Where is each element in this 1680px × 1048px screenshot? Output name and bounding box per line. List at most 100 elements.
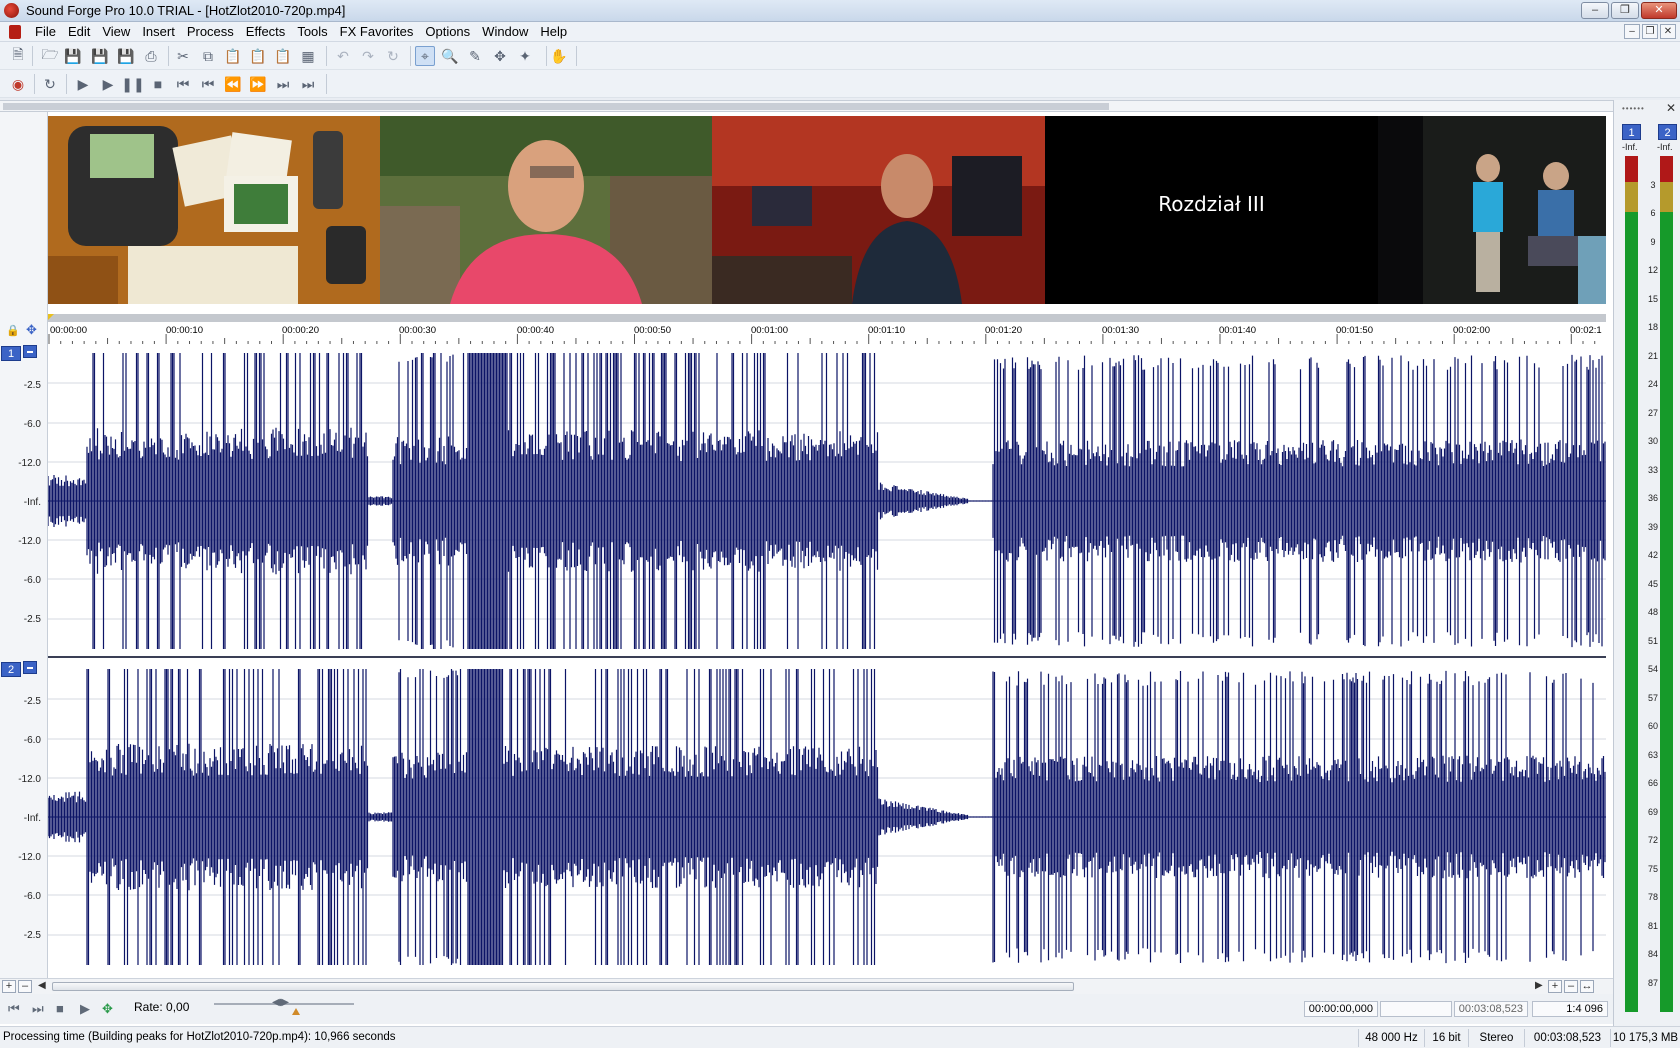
loop-playback-icon[interactable]: ↻: [40, 74, 60, 94]
doc-restore-button[interactable]: ❐: [1642, 24, 1658, 39]
save-icon[interactable]: 💾: [63, 46, 83, 66]
selection-length-field[interactable]: 00:03:08,523: [1454, 1001, 1528, 1017]
sound-forge-logo-icon[interactable]: [4, 3, 19, 18]
go-to-start-icon[interactable]: ⏮: [173, 74, 193, 94]
minimize-button[interactable]: –: [1581, 2, 1609, 19]
crop-icon[interactable]: ▦: [298, 46, 318, 66]
channel-1-waveform[interactable]: [47, 344, 1606, 658]
paste-icon[interactable]: 📋: [223, 46, 243, 66]
envelope-tool-icon[interactable]: ✦: [515, 46, 535, 66]
paste-special-icon[interactable]: 📋: [248, 46, 268, 66]
go-to-start-icon[interactable]: ⏮: [8, 1001, 20, 1017]
meter-panel-close-icon[interactable]: ✕: [1666, 101, 1676, 115]
repeat-icon[interactable]: ↻: [383, 46, 403, 66]
meter-scale-label: 24: [1647, 379, 1658, 389]
channels-field[interactable]: Stereo: [1468, 1029, 1524, 1047]
channel-2-badge[interactable]: 2: [1, 662, 21, 677]
channel-2-waveform[interactable]: [47, 660, 1606, 974]
rate-slider-thumb-icon[interactable]: ◀◆▶: [272, 997, 294, 1009]
menu-process[interactable]: Process: [181, 22, 240, 42]
menu-edit[interactable]: Edit: [62, 22, 96, 42]
overview-visible-region[interactable]: [3, 103, 1109, 110]
undo-icon[interactable]: ↶: [333, 46, 353, 66]
close-button[interactable]: ✕: [1641, 2, 1677, 19]
channel-1-badge[interactable]: 1: [1, 346, 21, 361]
overview-bar[interactable]: [0, 100, 1613, 112]
time-label: 00:00:30: [399, 325, 436, 336]
play-icon[interactable]: ▶: [80, 1001, 90, 1017]
sample-rate-field[interactable]: 48 000 Hz: [1358, 1029, 1424, 1047]
menu-fx-favorites[interactable]: FX Favorites: [334, 22, 420, 42]
channel-1-minimize-button[interactable]: [23, 345, 37, 358]
rewind-icon[interactable]: ⏪: [223, 74, 243, 94]
magnify-tool-icon[interactable]: 🔍: [440, 46, 460, 66]
interview-thumbnail-image: [380, 116, 712, 304]
selection-start-field[interactable]: 00:00:00,000: [1304, 1001, 1378, 1017]
zoom-fit-button[interactable]: ↔: [1580, 980, 1594, 993]
lock-icon[interactable]: 🔒: [6, 324, 20, 337]
meter-peak-1[interactable]: -Inf.: [1622, 142, 1638, 152]
new-file-icon[interactable]: 🗎: [8, 46, 28, 66]
redo-icon[interactable]: ↷: [358, 46, 378, 66]
time-label: 00:00:10: [166, 325, 203, 336]
save-as-icon[interactable]: 💾: [90, 46, 110, 66]
render-as-icon[interactable]: 💾: [116, 46, 136, 66]
db-label: -2.5: [23, 930, 41, 941]
event-tool-icon[interactable]: ✥: [490, 46, 510, 66]
zoom-in-time-button[interactable]: +: [1548, 980, 1562, 993]
meter-channel-1-badge[interactable]: 1: [1622, 124, 1641, 140]
edit-tool-icon[interactable]: ⌖: [415, 46, 435, 66]
restore-button[interactable]: ❐: [1611, 2, 1639, 19]
open-file-icon[interactable]: 🗁: [40, 46, 60, 66]
bit-depth-field[interactable]: 16 bit: [1424, 1029, 1468, 1047]
help-pointer-icon[interactable]: ✋: [549, 46, 569, 66]
play-all-icon[interactable]: ▶: [73, 74, 93, 94]
scroll-right-icon[interactable]: ▶: [1535, 980, 1543, 991]
meter-channel-2-badge[interactable]: 2: [1658, 124, 1677, 140]
zoom-out-level-button[interactable]: –: [18, 980, 32, 993]
go-to-end-icon[interactable]: ⏭: [298, 74, 318, 94]
time-ruler[interactable]: 00:00:00 00:00:10 00:00:20 00:00:30 00:0…: [48, 314, 1606, 344]
document-icon[interactable]: [9, 25, 21, 39]
zoom-out-time-button[interactable]: –: [1564, 980, 1578, 993]
record-icon[interactable]: ◉: [8, 74, 28, 94]
menu-help[interactable]: Help: [534, 22, 573, 42]
stop-icon[interactable]: ■: [148, 74, 168, 94]
menu-insert[interactable]: Insert: [136, 22, 181, 42]
play-as-sample-icon[interactable]: ✥: [102, 1001, 113, 1017]
forward-icon[interactable]: ⏩: [248, 74, 268, 94]
mix-icon[interactable]: 📋: [273, 46, 293, 66]
pencil-tool-icon[interactable]: ✎: [465, 46, 485, 66]
snap-cursor-icon[interactable]: ✥: [26, 322, 37, 338]
menu-file[interactable]: File: [29, 22, 62, 42]
print-icon[interactable]: ⎙: [141, 46, 161, 66]
next-icon[interactable]: ⏭: [273, 74, 293, 94]
menu-window[interactable]: Window: [476, 22, 534, 42]
zoom-ratio-field[interactable]: 1:4 096: [1532, 1001, 1608, 1017]
lan-party-thumbnail-image: [712, 116, 1045, 304]
stop-icon[interactable]: ■: [56, 1001, 64, 1016]
video-strip[interactable]: Rozdział III: [48, 116, 1606, 304]
doc-close-button[interactable]: ✕: [1660, 24, 1676, 39]
waveform-area[interactable]: [47, 344, 1606, 974]
scroll-left-icon[interactable]: ◀: [38, 980, 46, 991]
meter-panel-grip-icon[interactable]: ••••••: [1622, 104, 1645, 113]
go-to-end-icon[interactable]: ⏭: [32, 1001, 44, 1017]
previous-icon[interactable]: ⏮: [198, 74, 218, 94]
zoom-in-level-button[interactable]: +: [2, 980, 16, 993]
horizontal-scrollbar[interactable]: + – ◀ ▶ + – ↔: [0, 978, 1613, 994]
play-icon[interactable]: ▶: [98, 74, 118, 94]
copy-icon[interactable]: ⧉: [198, 46, 218, 66]
menu-view[interactable]: View: [96, 22, 136, 42]
doc-minimize-button[interactable]: –: [1624, 24, 1640, 39]
data-window: 🔒 ✥ 1 -2.5 -6.0 -12.0 -Inf. -12.0 -6.0 -…: [0, 112, 1613, 1026]
scrollbar-thumb[interactable]: [52, 982, 1074, 991]
cut-icon[interactable]: ✂: [173, 46, 193, 66]
menu-effects[interactable]: Effects: [240, 22, 292, 42]
selection-end-field[interactable]: [1380, 1001, 1452, 1017]
menu-tools[interactable]: Tools: [291, 22, 333, 42]
menu-options[interactable]: Options: [419, 22, 476, 42]
pause-icon[interactable]: ❚❚: [121, 74, 144, 94]
channel-2-minimize-button[interactable]: [23, 661, 37, 674]
meter-peak-2[interactable]: -Inf.: [1657, 142, 1673, 152]
